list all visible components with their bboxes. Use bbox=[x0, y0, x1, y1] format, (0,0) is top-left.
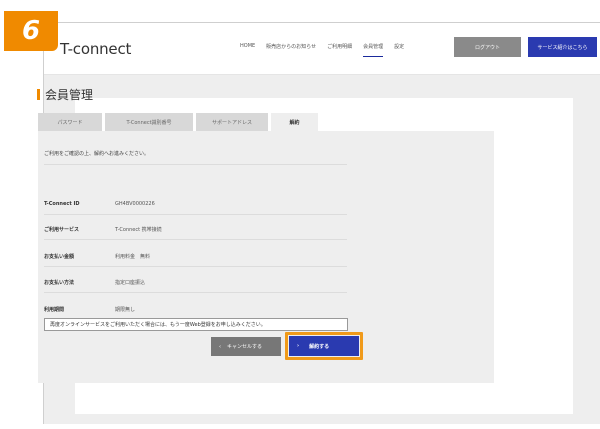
row-value: 期限無し bbox=[115, 307, 136, 313]
confirm-button-label: 解約する bbox=[309, 343, 330, 350]
step-badge: 6 bbox=[4, 11, 58, 51]
intro-text: ご利用をご確認の上、解約へお進みください。 bbox=[44, 151, 150, 157]
tab-tconnect-id[interactable]: T-Connect識別番号 bbox=[105, 113, 193, 131]
nav-dealer-news[interactable]: 販売店からのお知らせ bbox=[266, 43, 316, 57]
cancel-button-label: キャンセルする bbox=[227, 344, 263, 350]
nav-settings[interactable]: 設定 bbox=[394, 43, 404, 57]
divider bbox=[44, 266, 347, 267]
top-navigation-bar: T-connect HOME 販売店からのお知らせ ご利用明細 会員管理 設定 … bbox=[44, 23, 600, 75]
row-service: ご利用サービス T-Connect 携帯接続 bbox=[44, 226, 162, 233]
row-label: お支払い金額 bbox=[44, 254, 75, 260]
row-label: T-Connect ID bbox=[44, 201, 80, 207]
divider bbox=[44, 214, 347, 215]
divider bbox=[44, 292, 347, 293]
nav-member-management[interactable]: 会員管理 bbox=[363, 43, 384, 57]
row-value: T-Connect 携帯接続 bbox=[115, 227, 162, 233]
confirm-cancellation-button[interactable]: › 解約する bbox=[289, 336, 359, 356]
member-tabs: パスワード T-Connect識別番号 サポートアドレス 解約 bbox=[38, 113, 318, 131]
tab-password[interactable]: パスワード bbox=[38, 113, 102, 131]
page: 6 T-connect HOME 販売店からのお知らせ ご利用明細 会員管理 設… bbox=[0, 0, 600, 429]
row-period: 利用期間 期限無し bbox=[44, 306, 135, 313]
row-tconnect-id: T-Connect ID GH4BV0000226 bbox=[44, 201, 155, 207]
page-title-text: 会員管理 bbox=[45, 88, 94, 102]
nav-usage-details[interactable]: ご利用明細 bbox=[327, 43, 352, 57]
tab-support-address[interactable]: サポートアドレス bbox=[196, 113, 268, 131]
divider bbox=[44, 239, 347, 240]
row-value: GH4BV0000226 bbox=[115, 201, 155, 207]
service-info-button[interactable]: サービス紹介はこちら bbox=[528, 37, 597, 57]
divider bbox=[44, 164, 347, 165]
row-label: お支払い方法 bbox=[44, 280, 75, 286]
tab-cancellation[interactable]: 解約 bbox=[271, 113, 318, 131]
page-title: 会員管理 bbox=[37, 86, 93, 103]
title-accent-bar bbox=[37, 89, 40, 100]
row-value: 指定口座振込 bbox=[115, 280, 146, 286]
notice-text: 再度オンラインサービスをご利用いただく場合には、もう一度Web登録をお申し込みく… bbox=[50, 322, 266, 328]
row-label: ご利用サービス bbox=[44, 227, 80, 233]
logo: T-connect bbox=[60, 40, 132, 58]
chevron-right-icon: › bbox=[297, 343, 300, 349]
main-nav: HOME 販売店からのお知らせ ご利用明細 会員管理 設定 bbox=[240, 43, 404, 57]
row-label: 利用期間 bbox=[44, 307, 65, 313]
chevron-left-icon: ‹ bbox=[219, 343, 221, 350]
nav-home[interactable]: HOME bbox=[240, 43, 255, 57]
row-value: 利用料金 無料 bbox=[115, 254, 151, 260]
row-payment-amount: お支払い金額 利用料金 無料 bbox=[44, 253, 150, 260]
row-payment-method: お支払い方法 指定口座振込 bbox=[44, 279, 145, 286]
logout-button[interactable]: ログアウト bbox=[454, 37, 521, 57]
cancel-button[interactable]: ‹ キャンセルする bbox=[211, 337, 281, 356]
reapply-notice: 再度オンラインサービスをご利用いただく場合には、もう一度Web登録をお申し込みく… bbox=[44, 318, 348, 331]
